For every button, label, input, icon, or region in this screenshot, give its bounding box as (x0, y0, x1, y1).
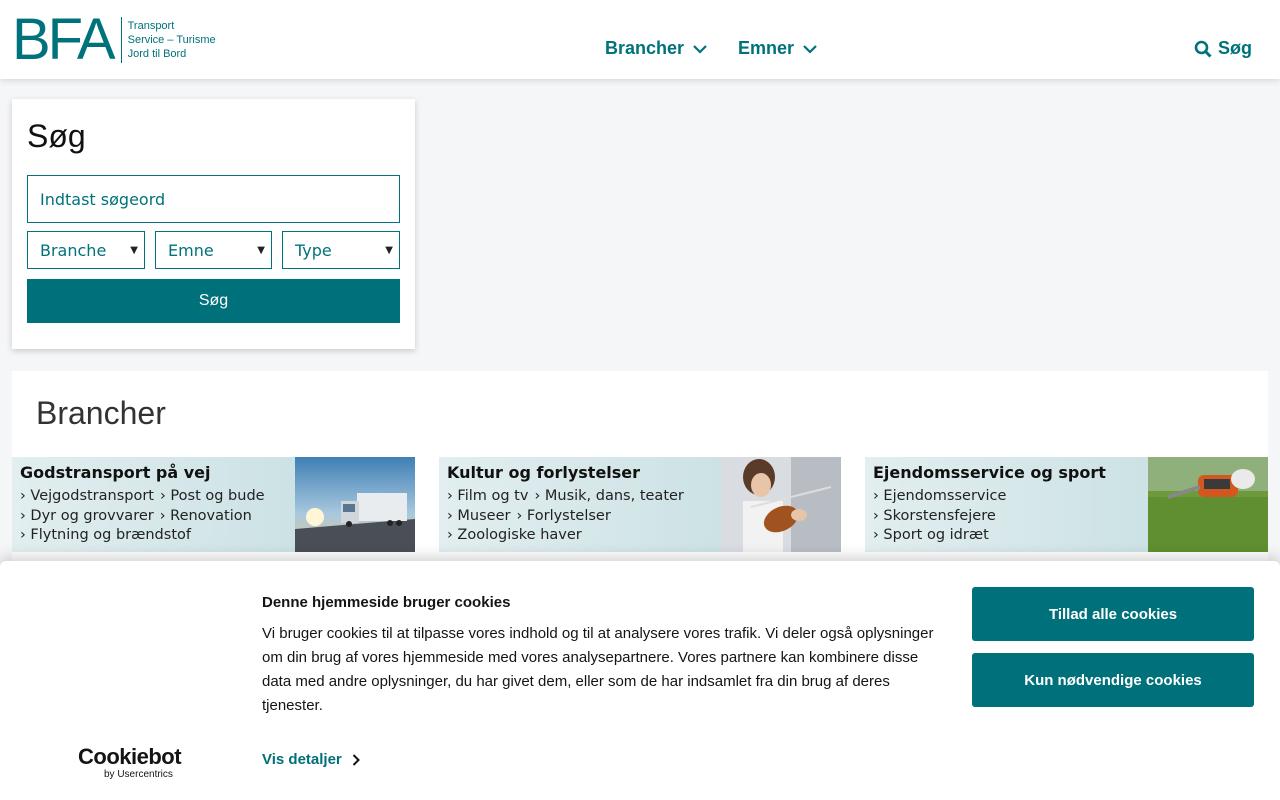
card-title: Kultur og forlystelser (447, 463, 641, 482)
card-ejendomsservice[interactable]: Ejendomsservice og sport Ejendomsservice… (865, 457, 1268, 552)
card-title: Godstransport på vej (20, 463, 211, 482)
cookiebot-sub: by Usercentrics (104, 769, 173, 780)
allow-all-cookies-button[interactable]: Tillad alle cookies (972, 587, 1254, 641)
bfa-logo[interactable]: BFA Transport Service – Turisme Jord til… (12, 7, 216, 72)
show-details-link[interactable]: Vis detaljer (262, 751, 360, 768)
brancher-heading: Brancher (36, 395, 166, 431)
emne-select[interactable]: Emne ▼ (155, 231, 272, 269)
truck-image (295, 457, 415, 552)
card-link[interactable]: Zoologiske haver (447, 526, 581, 546)
logo-mark: BFA (12, 7, 116, 72)
card-link[interactable]: Musik, dans, teater (534, 487, 684, 507)
cookiebot-name: Cookiebot (78, 744, 182, 769)
logo-tagline: Transport Service – Turisme Jord til Bor… (128, 19, 216, 61)
card-link[interactable]: Film og tv (447, 487, 528, 507)
card-link[interactable]: Dyr og grovvarer (20, 507, 153, 527)
nav-brancher[interactable]: Brancher (605, 38, 708, 59)
site-header: BFA Transport Service – Turisme Jord til… (0, 0, 1280, 79)
search-title: Søg (27, 118, 86, 154)
chevron-right-icon (352, 753, 360, 766)
main-nav: Brancher Emner (605, 38, 818, 59)
search-icon (1194, 40, 1212, 58)
card-kultur[interactable]: Kultur og forlystelser Film og tv Musik, … (439, 457, 841, 552)
search-panel: Søg Branche ▼ Emne ▼ Type ▼ Søg (12, 99, 415, 349)
card-link[interactable]: Sport og idræt (873, 526, 988, 546)
type-select[interactable]: Type ▼ (282, 231, 400, 269)
header-search-label: Søg (1218, 38, 1252, 58)
hedge-trimmer-image (1148, 457, 1268, 552)
nav-emner[interactable]: Emner (738, 38, 818, 59)
chevron-down-icon (803, 44, 817, 54)
logo-line-1: Transport (127, 20, 175, 32)
search-submit-button[interactable]: Søg (27, 279, 400, 323)
cookie-title: Denne hjemmeside bruger cookies (262, 594, 511, 611)
card-link[interactable]: Museer (447, 507, 510, 527)
show-details-label: Vis detaljer (262, 751, 342, 768)
search-filters: Branche ▼ Emne ▼ Type ▼ (27, 231, 400, 269)
logo-divider (120, 17, 122, 63)
card-title: Ejendomsservice og sport (873, 463, 1106, 482)
nav-brancher-label: Brancher (605, 38, 685, 58)
search-input[interactable] (27, 175, 400, 223)
card-godstransport[interactable]: Godstransport på vej Vejgodstransport Pos… (12, 457, 415, 552)
type-select-label: Type (295, 240, 332, 260)
chevron-down-icon (693, 44, 707, 54)
card-links: Vejgodstransport Post og bude Dyr og grov… (20, 487, 264, 546)
branche-select[interactable]: Branche ▼ (27, 231, 145, 269)
violin-image (721, 457, 841, 552)
cookie-text: Vi bruger cookies til at tilpasse vores … (262, 625, 934, 714)
card-link[interactable]: Forlystelser (516, 507, 611, 527)
card-link[interactable]: Skorstensfejere (873, 507, 995, 527)
select-arrow-icon: ▼ (385, 244, 393, 256)
card-links: Ejendomsservice Skorstensfejere Sport og… (873, 487, 1006, 546)
header-search-button[interactable]: Søg (1194, 38, 1252, 59)
cookie-banner: Cookiebot by Usercentrics Denne hjemmesi… (0, 561, 1280, 800)
branche-select-label: Branche (40, 240, 107, 260)
select-arrow-icon: ▼ (130, 244, 138, 256)
card-link[interactable]: Post og bude (160, 487, 264, 507)
necessary-cookies-button[interactable]: Kun nødvendige cookies (972, 653, 1254, 707)
select-arrow-icon: ▼ (257, 244, 265, 256)
nav-emner-label: Emner (738, 38, 795, 58)
card-link[interactable]: Flytning og brændstof (20, 526, 191, 546)
card-link[interactable]: Renovation (160, 507, 252, 527)
card-links: Film og tv Musik, dans, teater Museer Forl… (447, 487, 684, 546)
cookiebot-logo[interactable]: Cookiebot by Usercentrics (78, 744, 182, 781)
card-link[interactable]: Vejgodstransport (20, 487, 154, 507)
card-link[interactable]: Ejendomsservice (873, 487, 1006, 507)
emne-select-label: Emne (168, 240, 214, 260)
logo-line-2: Service – Turisme (127, 34, 216, 46)
logo-line-3: Jord til Bord (127, 48, 187, 60)
